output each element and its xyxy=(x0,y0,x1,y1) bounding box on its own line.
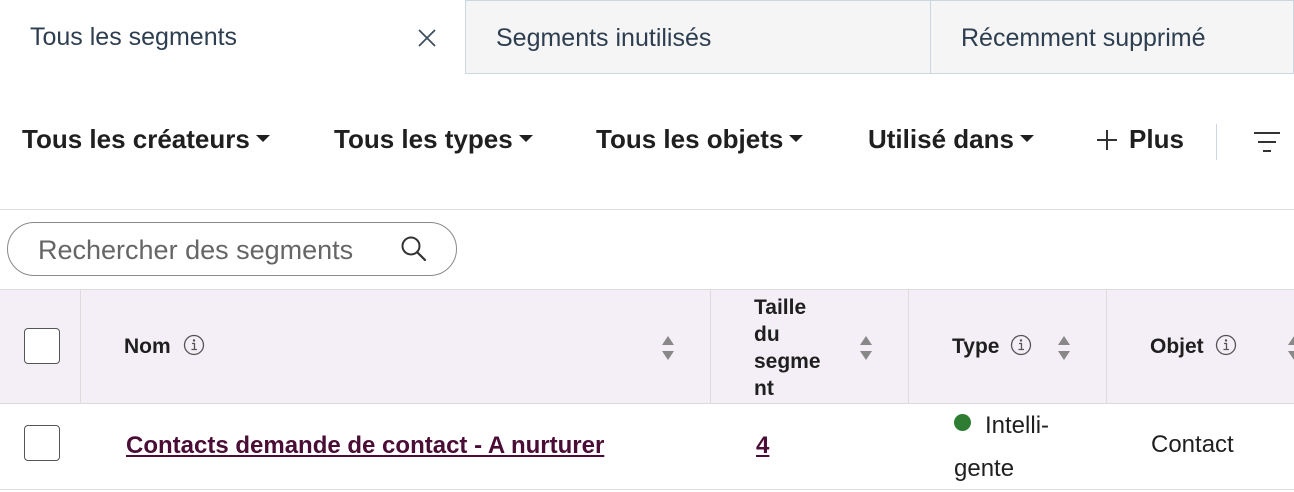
used-in-filter-label: Utilisé dans xyxy=(868,124,1014,154)
more-filters-button[interactable]: Plus xyxy=(1129,124,1184,155)
types-filter-label: Tous les types xyxy=(334,124,513,154)
sort-icon[interactable] xyxy=(858,334,874,362)
tab-label: Segments inutilisés xyxy=(496,24,712,52)
column-divider xyxy=(908,290,909,405)
column-header-size[interactable]: Taille du segme nt xyxy=(754,294,834,402)
sort-icon[interactable] xyxy=(1056,334,1072,362)
tab-all-segments[interactable]: Tous les segments xyxy=(0,0,466,74)
table-row: Contacts demande de contact - A nurturer… xyxy=(0,404,1294,490)
select-all-checkbox[interactable] xyxy=(24,328,60,364)
tab-recently-deleted[interactable]: Récemment supprimé xyxy=(931,0,1294,74)
column-header-type[interactable]: Type xyxy=(952,335,999,359)
creators-filter-dropdown[interactable]: Tous les créateurs xyxy=(22,124,270,155)
column-divider xyxy=(710,290,711,405)
row-checkbox[interactable] xyxy=(24,425,60,461)
objects-filter-dropdown[interactable]: Tous les objets xyxy=(596,124,804,155)
info-icon[interactable] xyxy=(1215,334,1237,356)
table-header: Nom Taille du segme nt Type Objet xyxy=(0,289,1294,405)
types-filter-dropdown[interactable]: Tous les types xyxy=(334,124,533,155)
segment-type: Intelli-gente xyxy=(954,412,1050,482)
info-icon[interactable] xyxy=(183,334,205,356)
search-icon[interactable] xyxy=(400,235,428,263)
column-divider xyxy=(1106,290,1107,405)
sort-icon[interactable] xyxy=(660,334,676,362)
caret-down-icon xyxy=(255,134,270,142)
caret-down-icon xyxy=(518,134,533,142)
info-icon[interactable] xyxy=(1010,334,1032,356)
segment-object: Contact xyxy=(1151,431,1234,458)
caret-down-icon xyxy=(1019,134,1034,142)
filter-bar: Tous les créateurs Tous les types Tous l… xyxy=(0,100,1294,185)
column-divider xyxy=(80,290,81,405)
tab-unused-segments[interactable]: Segments inutilisés xyxy=(466,0,931,74)
filter-icon[interactable] xyxy=(1253,130,1281,154)
tab-label: Tous les segments xyxy=(30,23,238,51)
creators-filter-label: Tous les créateurs xyxy=(22,124,250,154)
caret-down-icon xyxy=(789,134,804,142)
divider xyxy=(0,209,1294,210)
search-input[interactable] xyxy=(38,233,384,267)
column-header-object[interactable]: Objet xyxy=(1150,335,1204,359)
search-box[interactable] xyxy=(7,222,457,276)
divider xyxy=(1216,124,1217,160)
objects-filter-label: Tous les objets xyxy=(596,124,784,154)
sort-icon[interactable] xyxy=(1286,334,1294,362)
segment-name-link[interactable]: Contacts demande de contact - A nurturer xyxy=(126,432,604,460)
tab-bar: Tous les segments Segments inutilisés Ré… xyxy=(0,0,1294,74)
close-icon[interactable] xyxy=(414,25,440,51)
column-header-name[interactable]: Nom xyxy=(124,335,171,359)
plus-icon[interactable] xyxy=(1096,129,1118,151)
segment-size-link[interactable]: 4 xyxy=(756,432,769,460)
tab-label: Récemment supprimé xyxy=(961,24,1206,52)
used-in-filter-dropdown[interactable]: Utilisé dans xyxy=(868,124,1034,155)
